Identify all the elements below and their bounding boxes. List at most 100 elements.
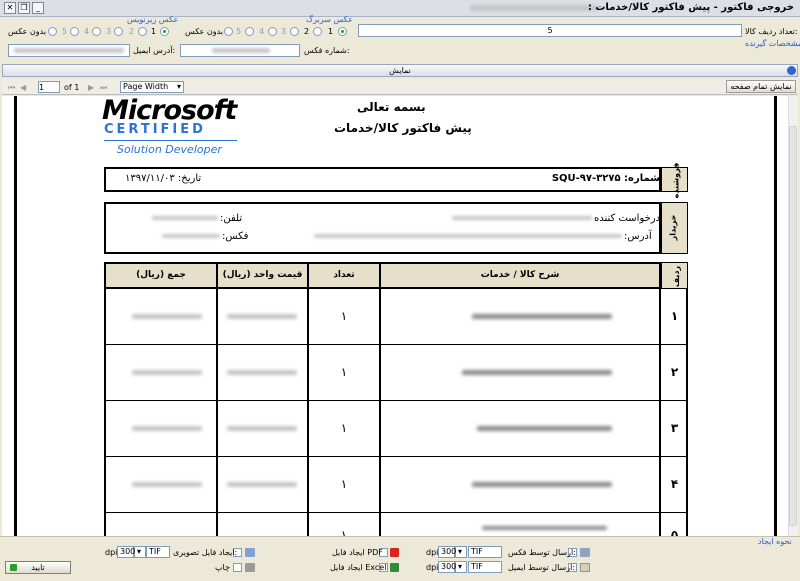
row-desc-redacted	[472, 482, 612, 487]
row-count-input[interactable]: 5	[358, 24, 742, 37]
row-desc-redacted	[477, 426, 612, 431]
email-icon	[580, 563, 590, 572]
show-button[interactable]: نمایش	[2, 64, 798, 77]
fax-dpi-select[interactable]: 300	[438, 546, 457, 558]
pdf-icon	[390, 548, 399, 557]
email-dpi-unit: dpi	[426, 563, 439, 572]
row-desc-redacted	[462, 370, 612, 375]
col-unit-price-header: قیمت واحد (ریال)	[218, 264, 307, 286]
close-icon[interactable]: ✕	[4, 2, 16, 14]
row-price-redacted	[227, 426, 297, 431]
signature-image-group-title: عکس زیرنویس	[127, 15, 179, 24]
requester-label: درخواست کننده	[594, 213, 661, 224]
image-dpi-dropdown-icon[interactable]: ▾	[134, 546, 146, 558]
row-number: ۳	[670, 421, 679, 435]
row-total-redacted	[132, 314, 202, 319]
row-count-label: تعداد ردیف کالا:	[745, 27, 798, 36]
document-title: پیش فاکتور کالا/خدمات	[334, 121, 472, 135]
row-number: ۱	[670, 309, 679, 323]
header-radio-1-label: 1	[328, 27, 334, 36]
seller-side-header: فروشنده	[661, 163, 688, 198]
signature-radio-5-label: 5	[62, 27, 68, 36]
fax-format-select[interactable]: TIF	[468, 546, 502, 558]
collapse-icon[interactable]	[787, 66, 796, 75]
email-dpi-dropdown-icon[interactable]: ▾	[455, 561, 467, 573]
image-dpi-value: 300	[120, 547, 136, 556]
receiver-spec-link[interactable]: مشخصات گیرنده	[745, 39, 800, 48]
row-desc-redacted	[482, 526, 607, 530]
col-desc-header: شرح کالا / خدمات	[381, 264, 659, 286]
signature-radio-1-label: 1	[151, 27, 157, 36]
row-qty: ۱	[340, 365, 348, 379]
invoice-number: شماره: SQU-۹۷-۳۲۷۵	[551, 173, 660, 184]
row-total-redacted	[132, 426, 202, 431]
zoom-select[interactable]: Page Width ▾	[120, 81, 184, 93]
full-page-button[interactable]: نمایش تمام صفحه	[726, 80, 796, 93]
print-checkbox[interactable]	[233, 563, 242, 572]
fax-dpi-value: 300	[441, 547, 457, 556]
printer-icon	[245, 563, 255, 572]
create-image-label: ایجاد فایل تصویری:	[173, 548, 238, 557]
header-radio-5[interactable]	[245, 27, 254, 36]
create-method-link[interactable]: نحوه ایجاد	[758, 537, 792, 546]
fax-icon	[580, 548, 590, 557]
row-total-redacted	[132, 482, 202, 487]
row-qty: ۱	[340, 421, 348, 435]
viewer-scroll-thumb[interactable]	[789, 126, 797, 526]
fax-label: شماره فکس:	[304, 46, 350, 55]
first-page-icon[interactable]: ⏮	[8, 83, 15, 93]
image-file-icon	[245, 548, 255, 557]
next-page-icon[interactable]: ▶	[88, 83, 94, 92]
last-page-icon[interactable]: ⏭	[100, 83, 107, 93]
header-radio-3[interactable]	[290, 27, 299, 36]
col-qty-header: تعداد	[309, 264, 379, 286]
excel-icon	[390, 563, 399, 572]
phone-label: تلفن:	[220, 213, 243, 224]
image-dpi-unit: dpi	[105, 548, 118, 557]
ok-button[interactable]: تایید	[5, 561, 71, 574]
row-price-redacted	[227, 482, 297, 487]
email-format-select[interactable]: TIF	[468, 561, 502, 573]
redacted-title-text	[470, 5, 598, 11]
header-radio-4[interactable]	[268, 27, 277, 36]
image-dpi-select[interactable]: 300	[117, 546, 136, 558]
restore-icon[interactable]: ❐	[18, 2, 30, 14]
email-format-value: TIF	[471, 562, 483, 571]
minimize-icon[interactable]: _	[32, 2, 44, 14]
create-pdf-label: ایجاد فایل PDF	[332, 548, 383, 557]
send-email-label: ارسال توسط ایمیل:	[508, 563, 576, 572]
bismillah: بسمه تعالی	[357, 100, 426, 114]
email-value-redacted	[14, 48, 124, 53]
image-format-select[interactable]: TIF	[146, 546, 170, 558]
signature-radio-1[interactable]	[160, 27, 169, 36]
dropdown-icon: ▾	[176, 82, 181, 91]
prev-page-icon[interactable]: ◀	[20, 83, 26, 92]
address-label: آدرس:	[624, 231, 652, 242]
fax-doc-value-redacted	[162, 234, 220, 238]
header-radio-2[interactable]	[313, 27, 322, 36]
requester-value-redacted	[452, 216, 592, 220]
signature-no-image-radio[interactable]	[48, 27, 57, 36]
fax-dpi-dropdown-icon[interactable]: ▾	[455, 546, 467, 558]
header-image-group-title: عکس سربرگ	[306, 15, 353, 24]
row-desc-redacted	[472, 314, 612, 319]
page-border-right	[774, 96, 777, 536]
header-radio-1[interactable]	[338, 27, 347, 36]
email-dpi-select[interactable]: 300	[438, 561, 457, 573]
header-no-image-radio[interactable]	[224, 27, 233, 36]
email-dpi-value: 300	[441, 562, 457, 571]
row-qty: ۱	[340, 528, 348, 536]
signature-radio-4[interactable]	[92, 27, 101, 36]
col-total-header: جمع (ریال)	[106, 264, 216, 286]
signature-radio-3[interactable]	[114, 27, 123, 36]
fax-format-value: TIF	[471, 547, 483, 556]
signature-radio-2[interactable]	[138, 27, 147, 36]
signature-radio-4-label: 4	[84, 27, 90, 36]
logo-solution-developer: Solution Developer	[117, 143, 222, 156]
page-number-input[interactable]: 1	[38, 81, 60, 93]
viewer-toolbar: ⏮ ◀ 1 of 1 ▶ ⏭ Page Width ▾ نمایش تمام صف…	[2, 79, 798, 95]
signature-radio-5[interactable]	[70, 27, 79, 36]
row-total-redacted	[132, 370, 202, 375]
buyer-side-header: خریدار	[661, 202, 688, 254]
row-qty: ۱	[340, 477, 348, 491]
